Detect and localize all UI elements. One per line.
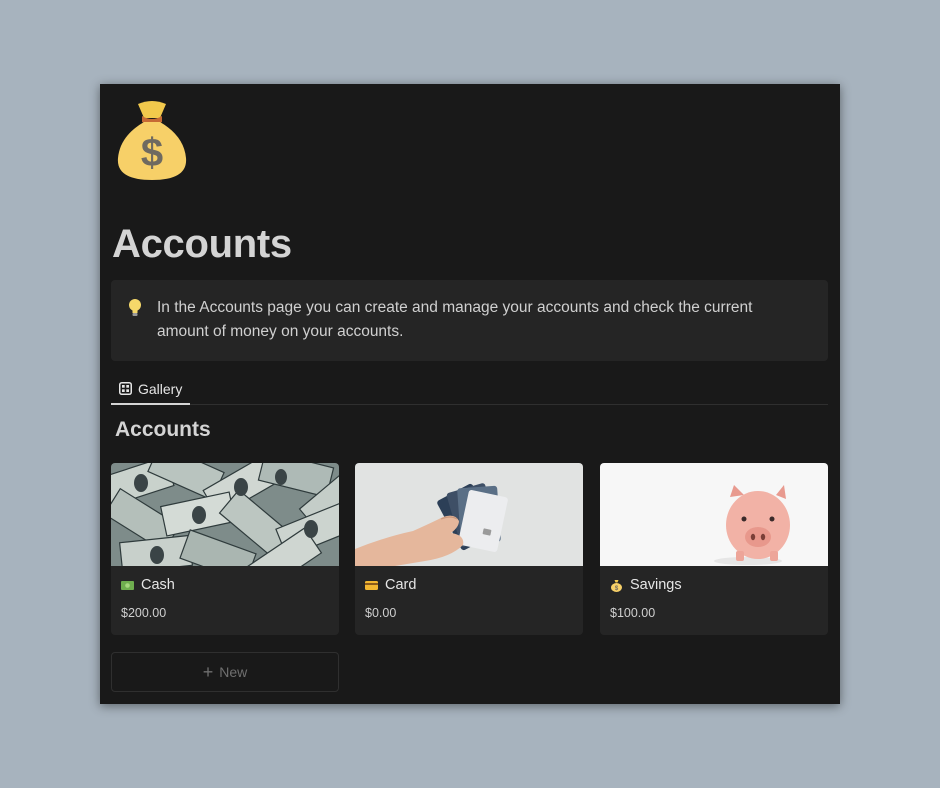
dollar-banknote-icon — [121, 580, 134, 590]
gallery-card-cash[interactable]: Cash $200.00 — [111, 463, 339, 635]
gallery-card-savings[interactable]: $ Savings $100.00 — [600, 463, 828, 635]
gallery-grid-icon — [119, 382, 132, 395]
new-button-label: New — [219, 664, 248, 680]
money-bag-icon: $ — [611, 579, 622, 592]
card-name: Cash — [141, 577, 175, 593]
new-card-button[interactable]: + New — [111, 652, 339, 692]
svg-text:$: $ — [141, 131, 163, 175]
callout-text-line: amount of money on your accounts. — [157, 323, 404, 340]
tab-gallery[interactable]: Gallery — [111, 374, 191, 405]
card-amount: $200.00 — [121, 606, 167, 620]
card-name: Card — [385, 577, 417, 593]
notion-page: $ Accounts In the Accounts page you can … — [100, 84, 840, 704]
piggy-bank-photo — [600, 463, 828, 566]
gallery-view: Cash $200.00 Card $0.00 $ Savings $100.0… — [111, 463, 828, 635]
callout-text-line: In the Accounts page you can create and … — [157, 299, 753, 316]
lightbulb-icon — [129, 299, 141, 316]
hand-holding-cards-photo — [355, 463, 583, 566]
card-name: Savings — [630, 577, 682, 593]
database-title[interactable]: Accounts — [115, 418, 211, 442]
card-amount: $100.00 — [610, 606, 656, 620]
plus-icon: + — [202, 662, 214, 682]
money-bag-icon[interactable]: $ — [114, 98, 190, 182]
callout-block[interactable]: In the Accounts page you can create and … — [111, 280, 828, 361]
gallery-card-card[interactable]: Card $0.00 — [355, 463, 583, 635]
credit-card-icon — [365, 580, 378, 590]
dollar-bills-photo — [111, 463, 339, 566]
page-title[interactable]: Accounts — [112, 222, 292, 267]
card-amount: $0.00 — [365, 606, 397, 620]
tab-label: Gallery — [138, 380, 183, 397]
view-tabs: Gallery — [111, 374, 828, 405]
